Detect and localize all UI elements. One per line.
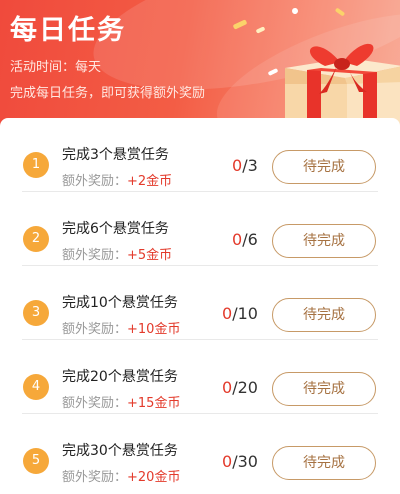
reward-value: +20金币 bbox=[127, 470, 181, 485]
reward-label: 额外奖励：+10金币 bbox=[62, 318, 180, 337]
task-progress: 0/10 bbox=[222, 304, 258, 323]
reward-value: +2金币 bbox=[127, 174, 173, 189]
reward-prefix: 额外奖励： bbox=[62, 248, 128, 263]
task-row: 5 完成30个悬赏任务 额外奖励：+20金币 0/30 待完成 bbox=[0, 414, 400, 488]
reward-label: 额外奖励：+5金币 bbox=[62, 244, 172, 263]
activity-time: 活动时间：每天 bbox=[10, 60, 102, 75]
reward-label: 额外奖励：+2金币 bbox=[62, 170, 172, 189]
page-title: 每日任务 bbox=[10, 15, 126, 46]
task-progress: 0/30 bbox=[222, 452, 258, 471]
reward-prefix: 额外奖励： bbox=[62, 174, 128, 189]
reward-value: +10金币 bbox=[127, 322, 181, 337]
progress-current: 0 bbox=[222, 378, 233, 397]
activity-description: 完成每日任务，即可获得额外奖励 bbox=[10, 86, 206, 101]
task-row: 2 完成6个悬赏任务 额外奖励：+5金币 0/6 待完成 bbox=[0, 192, 400, 266]
progress-total: /10 bbox=[232, 304, 258, 323]
task-status-button[interactable]: 待完成 bbox=[272, 150, 376, 184]
task-row: 3 完成10个悬赏任务 额外奖励：+10金币 0/10 待完成 bbox=[0, 266, 400, 340]
task-status-button[interactable]: 待完成 bbox=[272, 446, 376, 480]
task-title: 完成3个悬赏任务 bbox=[62, 147, 169, 163]
task-status-button[interactable]: 待完成 bbox=[272, 372, 376, 406]
task-progress: 0/20 bbox=[222, 378, 258, 397]
progress-total: /20 bbox=[232, 378, 258, 397]
task-progress: 0/3 bbox=[232, 156, 258, 175]
progress-current: 0 bbox=[222, 452, 233, 471]
reward-label: 额外奖励：+20金币 bbox=[62, 466, 180, 485]
task-number-badge: 4 bbox=[23, 374, 49, 400]
task-number-badge: 2 bbox=[23, 226, 49, 252]
reward-prefix: 额外奖励： bbox=[62, 470, 128, 485]
reward-prefix: 额外奖励： bbox=[62, 396, 128, 411]
task-title: 完成30个悬赏任务 bbox=[62, 443, 178, 459]
task-progress: 0/6 bbox=[232, 230, 258, 249]
task-title: 完成6个悬赏任务 bbox=[62, 221, 169, 237]
progress-current: 0 bbox=[232, 156, 243, 175]
reward-value: +15金币 bbox=[127, 396, 181, 411]
task-number-badge: 5 bbox=[23, 448, 49, 474]
progress-total: /3 bbox=[242, 156, 258, 175]
task-number-badge: 3 bbox=[23, 300, 49, 326]
task-status-button[interactable]: 待完成 bbox=[272, 298, 376, 332]
task-row: 1 完成3个悬赏任务 额外奖励：+2金币 0/3 待完成 bbox=[0, 118, 400, 192]
task-title: 完成20个悬赏任务 bbox=[62, 369, 178, 385]
progress-total: /6 bbox=[242, 230, 258, 249]
progress-total: /30 bbox=[232, 452, 258, 471]
reward-label: 额外奖励：+15金币 bbox=[62, 392, 180, 411]
task-title: 完成10个悬赏任务 bbox=[62, 295, 178, 311]
task-status-button[interactable]: 待完成 bbox=[272, 224, 376, 258]
progress-current: 0 bbox=[222, 304, 233, 323]
task-list: 1 完成3个悬赏任务 额外奖励：+2金币 0/3 待完成 2 完成6个悬赏任务 … bbox=[0, 118, 400, 494]
task-row: 4 完成20个悬赏任务 额外奖励：+15金币 0/20 待完成 bbox=[0, 340, 400, 414]
reward-value: +5金币 bbox=[127, 248, 173, 263]
task-number-badge: 1 bbox=[23, 152, 49, 178]
reward-prefix: 额外奖励： bbox=[62, 322, 128, 337]
progress-current: 0 bbox=[232, 230, 243, 249]
